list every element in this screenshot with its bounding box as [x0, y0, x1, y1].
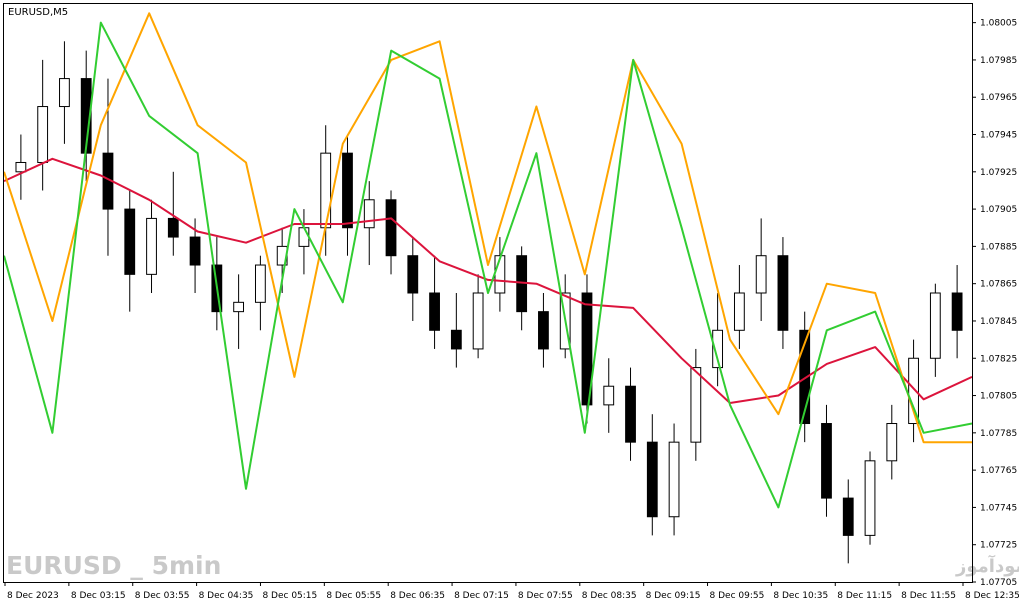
symbol-timeframe-label: EURUSD,M5: [8, 7, 68, 18]
bull-candle: [320, 152, 332, 229]
price-tick-label: 1.07725: [980, 541, 1017, 551]
price-tick-label: 1.07765: [980, 466, 1017, 476]
bear-candle: [167, 217, 179, 238]
time-tick-label: 8 Dec 07:15: [454, 591, 509, 601]
bull-candle: [472, 292, 484, 350]
price-tick-label: 1.07865: [980, 280, 1017, 290]
bear-candle: [385, 199, 397, 257]
time-tick-label: 8 Dec 08:35: [582, 591, 637, 601]
bull-candle: [733, 292, 745, 331]
time-tick-label: 8 Dec 04:35: [199, 591, 254, 601]
bull-candle: [755, 255, 767, 294]
bull-candle: [298, 227, 310, 247]
time-tick-label: 8 Dec 07:55: [518, 591, 573, 601]
price-tick-label: 1.07905: [980, 205, 1017, 215]
bear-candle: [124, 208, 136, 275]
time-tick-label: 8 Dec 2023: [7, 591, 59, 601]
price-tick-label: 1.07785: [980, 429, 1017, 439]
price-tick-label: 1.07945: [980, 131, 1017, 141]
price-tick-label: 1.07745: [980, 503, 1017, 513]
time-tick-label: 8 Dec 12:35: [965, 591, 1019, 601]
time-tick-label: 8 Dec 05:55: [326, 591, 381, 601]
time-tick-label: 8 Dec 09:15: [646, 591, 701, 601]
price-tick-label: 1.08005: [980, 19, 1017, 29]
time-tick-label: 8 Dec 06:35: [390, 591, 445, 601]
time-tick-label: 8 Dec 11:55: [901, 591, 956, 601]
time-tick-label: 8 Dec 03:15: [71, 591, 126, 601]
bull-candle: [146, 217, 157, 275]
price-tick-label: 1.07825: [980, 354, 1017, 364]
bear-candle: [189, 236, 201, 266]
price-tick-label: 1.07985: [980, 56, 1017, 66]
price-tick-label: 1.07965: [980, 93, 1017, 103]
time-tick-label: 8 Dec 11:15: [837, 591, 892, 601]
bull-candle: [15, 161, 27, 173]
bull-candle: [363, 199, 375, 229]
bull-candle: [37, 106, 49, 163]
price-tick-label: 1.07805: [980, 392, 1017, 402]
time-tick-label: 8 Dec 10:35: [773, 591, 828, 601]
bear-candle: [777, 255, 789, 331]
time-tick-label: 8 Dec 05:15: [262, 591, 317, 601]
time-tick-label: 8 Dec 03:55: [135, 591, 190, 601]
watermark-site-text: انتشار در سایت سودآموز: [955, 554, 1019, 577]
price-tick-label: 1.07705: [980, 578, 1017, 588]
price-tick-label: 1.07845: [980, 317, 1017, 327]
bull-candle: [668, 441, 680, 518]
bull-candle: [864, 460, 876, 536]
bear-candle: [342, 152, 353, 229]
bear-candle: [450, 329, 462, 350]
price-chart[interactable]: EURUSD _ 5min انتشار در سایت سودآموز 1.0…: [0, 0, 1019, 605]
bull-candle: [59, 78, 70, 108]
bear-candle: [625, 385, 636, 443]
bull-candle: [233, 301, 245, 313]
price-tick-label: 1.07925: [980, 168, 1017, 178]
bull-candle: [690, 367, 702, 443]
bear-candle: [821, 423, 832, 499]
bull-candle: [603, 385, 615, 406]
bull-candle: [886, 423, 898, 462]
time-tick-label: 8 Dec 09:55: [710, 591, 765, 601]
bull-candle: [254, 264, 266, 303]
bear-candle: [429, 292, 440, 331]
bull-candle: [929, 292, 941, 359]
bear-candle: [407, 255, 419, 294]
watermark-symbol-text: EURUSD _ 5min: [6, 551, 221, 580]
price-tick-label: 1.07885: [980, 242, 1017, 252]
bear-candle: [538, 311, 549, 350]
bear-candle: [646, 441, 658, 518]
bear-candle: [951, 292, 963, 331]
bear-candle: [842, 497, 854, 536]
